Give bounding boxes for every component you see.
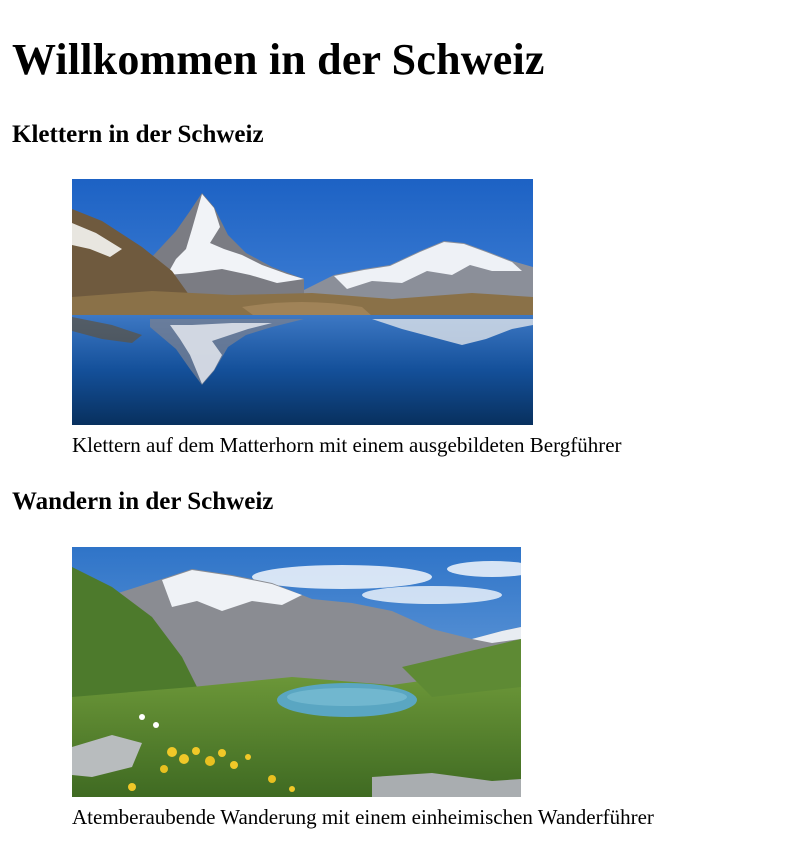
section-heading-klettern: Klettern in der Schweiz [12, 121, 264, 148]
figure-wandern: Atemberaubende Wanderung mit einem einhe… [72, 547, 654, 829]
page-title: Willkommen in der Schweiz [12, 35, 545, 84]
figure-klettern: Klettern auf dem Matterhorn mit einem au… [72, 179, 622, 457]
alpine-valley-lake-photo [72, 547, 521, 797]
caption-klettern: Klettern auf dem Matterhorn mit einem au… [72, 433, 622, 457]
section-heading-wandern: Wandern in der Schweiz [12, 488, 274, 515]
matterhorn-lake-photo [72, 179, 533, 425]
caption-wandern: Atemberaubende Wanderung mit einem einhe… [72, 805, 654, 829]
